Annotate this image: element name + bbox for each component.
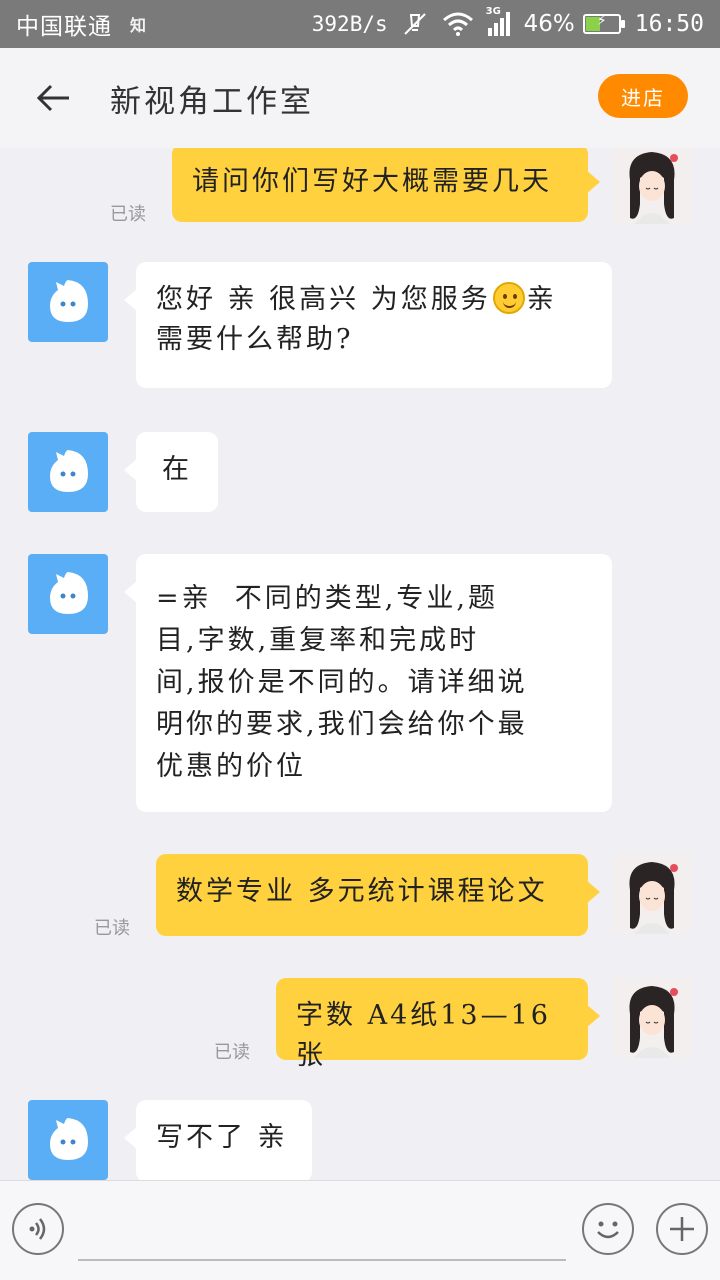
service-avatar[interactable]: [28, 432, 108, 512]
droplet-mascot-icon: [50, 450, 88, 492]
message-bubble-incoming[interactable]: =亲 不同的类型,专业,题 目,字数,重复率和完成时 间,报价是不同的。请详细说…: [124, 554, 612, 812]
zhihu-notification-icon: 知: [130, 16, 147, 35]
girl-avatar-icon: [612, 854, 692, 934]
message-text-tail: 亲: [526, 284, 557, 315]
message-text: 请问你们写好大概需要几天: [192, 166, 552, 197]
back-arrow-icon: [37, 84, 69, 112]
read-receipt: 已读: [94, 918, 130, 939]
message-text: 在: [162, 454, 192, 485]
droplet-mascot-icon: [50, 572, 88, 614]
enter-shop-button[interactable]: 进店: [598, 74, 688, 118]
message-bubble-outgoing[interactable]: 数学专业 多元统计课程论文: [156, 854, 600, 936]
voice-button[interactable]: [12, 1203, 64, 1255]
status-bar: 中国联通 知 392B/s 3G 46% ⚡ 16:50: [0, 0, 720, 48]
girl-avatar-icon: [612, 148, 692, 224]
net-speed: 392B/s: [311, 12, 388, 36]
battery-icon: ⚡: [582, 13, 625, 34]
message-text-line: =亲 不同的类型,专业,题: [156, 583, 498, 614]
message-bubble-outgoing[interactable]: 字数 A4纸13—16张: [276, 978, 600, 1071]
page-title: 新视角工作室: [110, 83, 314, 120]
voice-icon: [29, 1218, 46, 1240]
user-avatar[interactable]: [612, 854, 692, 934]
signal-icon: 3G: [486, 6, 510, 36]
message-text: 字数 A4纸13—16张: [296, 1000, 551, 1071]
message-bubble-outgoing[interactable]: 请问你们写好大概需要几天: [172, 148, 600, 222]
wifi-icon: [442, 12, 474, 36]
service-avatar[interactable]: [28, 262, 108, 342]
service-avatar[interactable]: [28, 1100, 108, 1180]
mute-icon: [402, 11, 428, 37]
plus-icon: [670, 1217, 694, 1241]
message-bubble-incoming[interactable]: 写不了 亲: [124, 1100, 312, 1180]
read-receipt: 已读: [214, 1042, 250, 1063]
message-text-line: 优惠的价位: [156, 751, 306, 782]
message-text-line: 目,字数,重复率和完成时: [156, 625, 480, 656]
emoji-icon: [597, 1221, 619, 1239]
droplet-mascot-icon: [50, 1118, 88, 1160]
read-receipt: 已读: [110, 204, 146, 225]
message-text: 数学专业 多元统计课程论文: [176, 876, 548, 907]
message-text-line: 明你的要求,我们会给你个最: [156, 709, 528, 740]
message-bubble-incoming[interactable]: 在: [124, 432, 218, 512]
message-bubble-incoming[interactable]: 您好 亲 很高兴 为您服务 亲 需要什么帮助?: [124, 262, 612, 388]
input-bar: [0, 1180, 720, 1280]
service-avatar[interactable]: [28, 554, 108, 634]
user-avatar[interactable]: [612, 978, 692, 1058]
back-button[interactable]: [22, 66, 86, 130]
more-button[interactable]: [656, 1203, 708, 1255]
message-list[interactable]: 已读 请问你们写好大概需要几天 您好 亲 很高兴 为您服务 亲 需要什么帮助? 在…: [0, 148, 720, 1180]
network-type: 3G: [485, 6, 501, 17]
message-text: 您好 亲 很高兴 为您服务: [156, 284, 491, 315]
carrier-label: 中国联通: [16, 14, 112, 40]
smile-emoji-icon: [492, 282, 525, 314]
girl-avatar-icon: [612, 978, 692, 1058]
message-text-line2: 需要什么帮助?: [156, 324, 354, 355]
user-avatar[interactable]: [612, 148, 692, 224]
battery-percent: 46%: [523, 11, 575, 37]
emoji-button[interactable]: [582, 1203, 634, 1255]
droplet-mascot-icon: [50, 280, 88, 322]
message-input[interactable]: [78, 1201, 566, 1261]
message-text-line: 间,报价是不同的。请详细说: [156, 667, 528, 698]
clock: 16:50: [634, 11, 704, 37]
chat-header: 新视角工作室 进店: [0, 48, 720, 148]
message-text: 写不了 亲: [156, 1122, 288, 1153]
